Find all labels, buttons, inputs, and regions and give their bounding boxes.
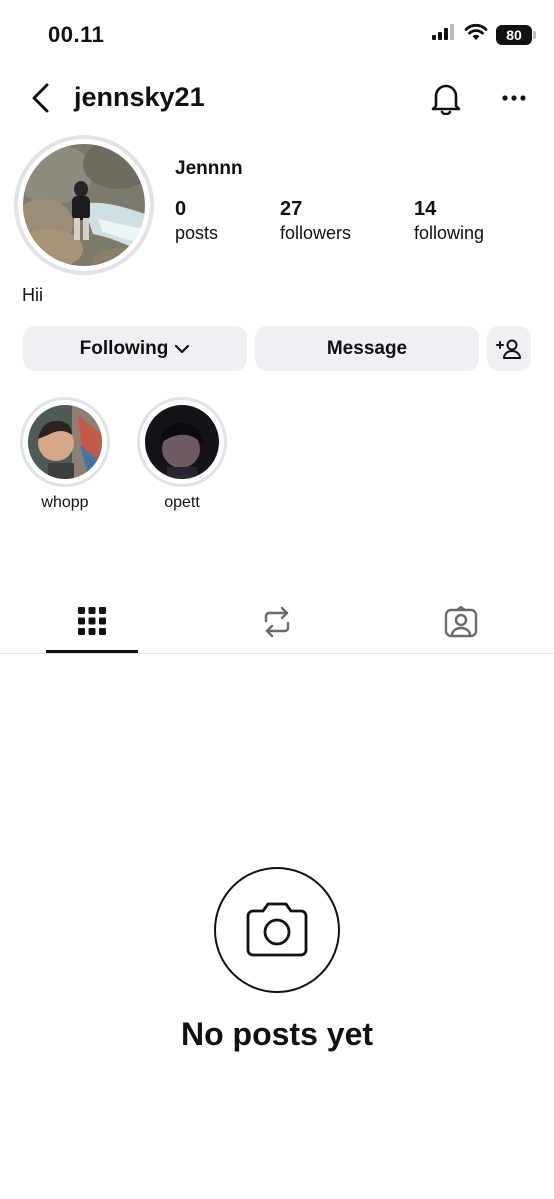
highlight-ring xyxy=(137,397,227,487)
stat-following-count: 14 xyxy=(414,198,437,220)
battery-icon: 80 xyxy=(496,24,536,45)
message-button[interactable]: Message xyxy=(255,326,479,371)
highlight-label: opett xyxy=(164,494,200,511)
highlight-opett[interactable]: opett xyxy=(132,397,232,512)
following-button[interactable]: Following xyxy=(23,326,247,371)
repost-icon xyxy=(264,606,290,638)
profile-avatar[interactable] xyxy=(14,135,154,275)
display-name: Jennnn xyxy=(175,158,243,179)
tabs-divider xyxy=(0,653,554,654)
stat-posts-label: posts xyxy=(175,223,219,243)
empty-state-title: No posts yet xyxy=(180,1016,374,1052)
highlight-image xyxy=(28,405,102,479)
more-options-button[interactable] xyxy=(496,86,532,110)
stat-followers[interactable]: 27 followers xyxy=(280,197,351,245)
message-button-label: Message xyxy=(326,337,408,359)
stat-posts-count: 0 xyxy=(175,198,187,220)
empty-state-icon-circle xyxy=(214,867,340,993)
avatar-image xyxy=(23,144,145,266)
highlight-ring xyxy=(20,397,110,487)
tab-tagged[interactable] xyxy=(415,600,507,654)
highlight-whopp[interactable]: whopp xyxy=(15,397,115,512)
stat-followers-label: followers xyxy=(280,223,352,243)
signal-icon xyxy=(432,24,456,45)
tagged-icon xyxy=(444,606,478,638)
chevron-left-icon xyxy=(32,83,49,113)
camera-icon xyxy=(246,902,308,957)
stat-following-label: following xyxy=(414,223,485,243)
tab-posts-grid[interactable] xyxy=(46,600,138,654)
chevron-down-icon xyxy=(175,344,190,353)
status-time: 00.11 xyxy=(48,22,105,47)
highlight-label: whopp xyxy=(41,494,89,511)
grid-icon xyxy=(78,607,106,635)
more-dots-icon xyxy=(502,95,526,101)
suggested-users-button[interactable] xyxy=(487,326,531,371)
tab-reposts[interactable] xyxy=(231,600,323,654)
notifications-button[interactable] xyxy=(428,80,464,116)
status-icons: 80 xyxy=(432,23,536,46)
profile-username: jennsky21 xyxy=(74,82,205,112)
highlight-image xyxy=(145,405,219,479)
profile-bio: Hii xyxy=(22,285,43,305)
add-person-icon xyxy=(496,339,521,359)
bell-icon xyxy=(431,84,461,115)
stat-followers-count: 27 xyxy=(280,198,303,220)
stat-following[interactable]: 14 following xyxy=(414,197,484,245)
back-button[interactable] xyxy=(26,80,56,116)
stat-posts[interactable]: 0 posts xyxy=(175,197,218,245)
wifi-icon xyxy=(464,23,488,46)
following-button-label: Following xyxy=(79,337,169,359)
